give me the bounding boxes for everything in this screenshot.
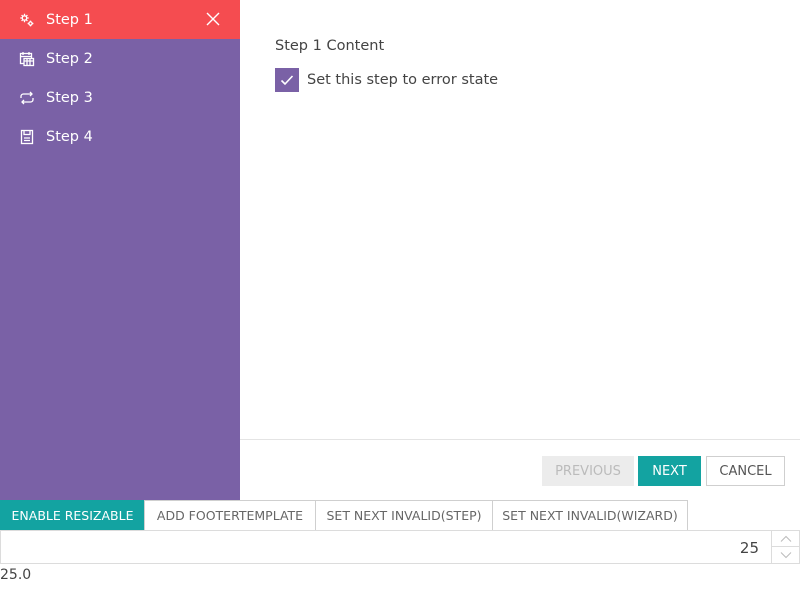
step-label: Step 3 xyxy=(46,89,93,106)
value-readout: 25.0 xyxy=(0,567,32,583)
repeat-icon xyxy=(18,89,36,107)
demo-toolbar: ENABLE RESIZABLE ADD FOOTERTEMPLATE SET … xyxy=(0,500,688,531)
wizard-sidebar: Step 1 Step 2 Step 3 Step 4 xyxy=(0,0,240,500)
step-label: Step 4 xyxy=(46,128,93,145)
error-state-option[interactable]: Set this step to error state xyxy=(275,68,498,92)
chevron-down-icon xyxy=(780,552,791,559)
sidebar-step-4[interactable]: Step 4 xyxy=(0,117,240,156)
enable-resizable-button[interactable]: ENABLE RESIZABLE xyxy=(0,500,145,531)
error-state-checkbox[interactable] xyxy=(275,68,299,92)
spinner xyxy=(771,531,799,563)
step-label: Step 1 xyxy=(46,11,93,28)
sidebar-step-2[interactable]: Step 2 xyxy=(0,39,240,78)
wizard: Step 1 Step 2 Step 3 Step 4 Step 1 Conte… xyxy=(0,0,800,500)
spin-down-button[interactable] xyxy=(772,547,799,563)
wizard-footer: PREVIOUS NEXT CANCEL xyxy=(240,439,800,500)
set-next-invalid-step-button[interactable]: SET NEXT INVALID(STEP) xyxy=(315,500,493,531)
step-content: Step 1 Content Set this step to error st… xyxy=(240,0,800,440)
calendar-icon xyxy=(18,50,36,68)
numeric-value[interactable]: 25 xyxy=(740,539,759,557)
cancel-button[interactable]: CANCEL xyxy=(706,456,785,486)
previous-button[interactable]: PREVIOUS xyxy=(542,456,634,486)
close-icon[interactable] xyxy=(205,11,221,27)
chevron-up-icon xyxy=(780,535,791,542)
check-icon xyxy=(280,75,294,86)
save-icon xyxy=(18,128,36,146)
add-footer-template-button[interactable]: ADD FOOTERTEMPLATE xyxy=(144,500,316,531)
numeric-input[interactable]: 25 xyxy=(0,530,800,564)
spin-up-button[interactable] xyxy=(772,531,799,547)
step-label: Step 2 xyxy=(46,50,93,67)
next-button[interactable]: NEXT xyxy=(638,456,701,486)
sidebar-step-1[interactable]: Step 1 xyxy=(0,0,240,39)
gears-icon xyxy=(18,11,36,29)
error-state-label: Set this step to error state xyxy=(307,72,499,88)
sidebar-step-3[interactable]: Step 3 xyxy=(0,78,240,117)
step-content-title: Step 1 Content xyxy=(275,38,385,54)
set-next-invalid-wizard-button[interactable]: SET NEXT INVALID(WIZARD) xyxy=(492,500,688,531)
